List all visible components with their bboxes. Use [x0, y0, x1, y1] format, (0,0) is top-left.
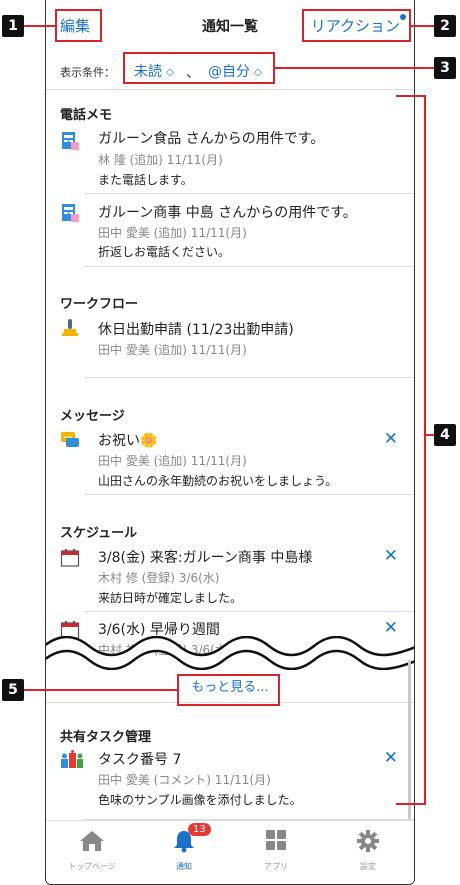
callout-line: [274, 67, 434, 69]
section-title-phone-memo: 電話メモ: [60, 108, 113, 123]
item-meta: 田中 愛美 (追加) 11/11(月): [98, 226, 247, 240]
item-title: 休日出勤申請 (11/23出勤申請): [98, 322, 294, 338]
close-icon[interactable]: ✕: [384, 546, 398, 566]
list-item[interactable]: 3/8(金) 来客:ガルーン商事 中島様 木村 修 (登録) 3/6(水) 来訪…: [46, 546, 414, 610]
divider: [84, 494, 414, 495]
item-meta: 田中 愛美 (追加) 11/11(月): [98, 454, 247, 468]
tab-top-page[interactable]: トップページ: [46, 829, 138, 872]
calendar-icon: [60, 549, 80, 567]
scrollbar[interactable]: [408, 660, 411, 820]
shared-task-icon: [61, 750, 83, 768]
callout-badge-4: 4: [434, 424, 456, 446]
callout-frame-more: [177, 674, 280, 706]
item-title: 3/8(金) 来客:ガルーン商事 中島様: [98, 550, 313, 566]
divider: [84, 266, 414, 267]
callout-bracket: [424, 95, 426, 805]
tab-label: 設定: [360, 862, 376, 871]
item-meta: 木村 修 (登録) 3/6(水): [98, 571, 220, 585]
home-icon: [80, 831, 104, 851]
list-item[interactable]: ガルーン食品 さんからの用件です。 林 隆 (追加) 11/11(月) また電話…: [46, 126, 414, 194]
callout-badge-1: 1: [2, 15, 24, 37]
item-meta: 田中 愛美 (追加) 11/11(月): [98, 343, 247, 357]
section-title-workflow: ワークフロー: [60, 297, 139, 312]
item-title: タスク番号 7: [98, 752, 182, 768]
list-item[interactable]: お祝い🌼 田中 愛美 (追加) 11/11(月) 山田さんの永年勤続のお祝いをし…: [46, 428, 414, 494]
callout-line: [24, 25, 56, 27]
list-item[interactable]: ガルーン商事 中島 さんからの用件です。 田中 愛美 (追加) 11/11(月)…: [46, 200, 414, 266]
callout-frame-reaction: [302, 9, 411, 42]
callout-bracket-bottom: [396, 803, 426, 805]
divider: [84, 611, 414, 612]
omitted-content-wave: [46, 636, 414, 670]
divider: [84, 377, 414, 378]
callout-frame-edit: [55, 9, 102, 42]
item-title: ガルーン商事 中島 さんからの用件です。: [98, 205, 357, 221]
item-body: 山田さんの永年勤続のお祝いをしましょう。: [98, 474, 338, 488]
phone-memo-icon: [62, 204, 79, 222]
callout-bracket-top: [396, 95, 426, 97]
workflow-stamp-icon: [62, 319, 78, 336]
tab-apps[interactable]: アプリ: [230, 829, 322, 872]
notification-screen: 編集 通知一覧 リアクション 表示条件： 未読 ◇ 、 @自分 ◇ 電話メモ ガルー…: [45, 0, 415, 885]
callout-badge-3: 3: [434, 57, 456, 79]
phone-memo-icon: [62, 132, 79, 150]
callout-line: [410, 25, 434, 27]
list-item[interactable]: 休日出勤申請 (11/23出勤申請) 田中 愛美 (追加) 11/11(月): [46, 317, 414, 377]
item-meta: 田中 愛美 (コメント) 11/11(月): [98, 773, 271, 787]
callout-line: [24, 689, 178, 691]
tab-notifications[interactable]: 13 通知: [138, 823, 230, 872]
gear-icon: [357, 830, 379, 852]
item-title: ガルーン食品 さんからの用件です。: [98, 131, 325, 147]
item-body: 来訪日時が確定しました。: [98, 591, 243, 605]
close-icon[interactable]: ✕: [384, 748, 398, 768]
item-meta: 林 隆 (追加) 11/11(月): [98, 153, 223, 167]
divider: [84, 193, 414, 194]
item-title: お祝い🌼: [98, 433, 158, 449]
apps-icon: [266, 830, 286, 850]
item-body: また電話します。: [98, 173, 193, 187]
section-title-schedule: スケジュール: [60, 526, 138, 541]
notification-count-badge: 13: [188, 823, 211, 836]
filter-label: 表示条件：: [60, 66, 115, 79]
section-title-message: メッセージ: [60, 409, 125, 424]
callout-badge-2: 2: [434, 15, 456, 37]
section-title-shared-task: 共有タスク管理: [60, 730, 152, 745]
message-icon: [61, 432, 79, 447]
tab-settings[interactable]: 設定: [322, 829, 414, 872]
tab-label: トップページ: [68, 862, 116, 871]
item-body: 折返しお電話ください。: [98, 245, 231, 259]
close-icon[interactable]: ✕: [384, 618, 398, 638]
callout-badge-5: 5: [2, 679, 24, 701]
close-icon[interactable]: ✕: [384, 429, 398, 449]
list-item[interactable]: タスク番号 7 田中 愛美 (コメント) 11/11(月) 色味のサンプル画像を…: [46, 748, 414, 812]
tab-label: アプリ: [264, 862, 288, 871]
callout-frame-filter: [123, 52, 275, 84]
item-body: 色味のサンプル画像を添付しました。: [98, 793, 302, 807]
tab-label: 通知: [176, 862, 192, 871]
tab-bar: トップページ 13 通知 アプリ 設定: [46, 820, 414, 884]
